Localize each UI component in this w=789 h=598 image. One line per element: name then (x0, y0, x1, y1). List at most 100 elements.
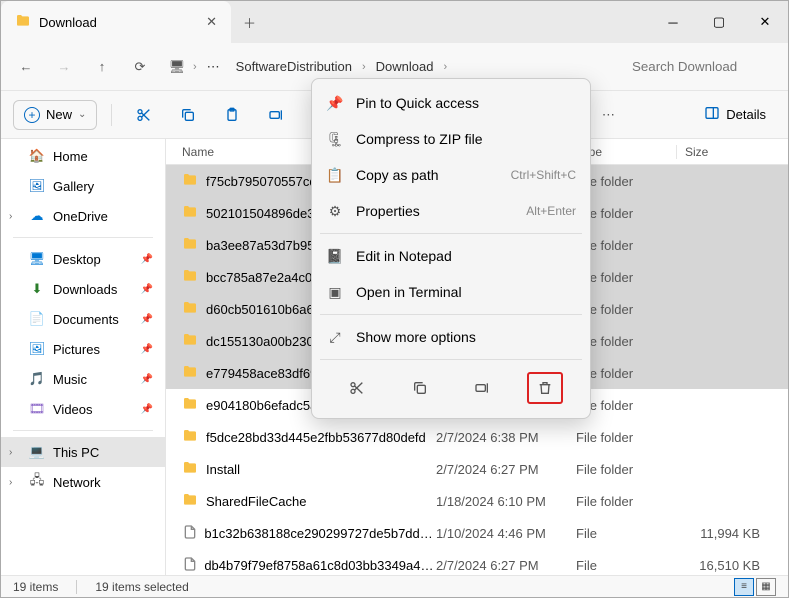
sidebar-item-this-pc[interactable]: ›💻This PC (1, 437, 165, 467)
close-tab-button[interactable]: ✕ (206, 14, 217, 30)
table-row[interactable]: SharedFileCache1/18/2024 6:10 PMFile fol… (166, 485, 788, 517)
folder-icon (182, 364, 198, 383)
file-type: File folder (576, 334, 676, 349)
sidebar-item-network[interactable]: ›🖧Network (1, 467, 165, 497)
breadcrumb-ellipsis[interactable]: ⋯ (201, 55, 226, 79)
search-input[interactable] (622, 53, 782, 80)
notepad-icon: 📓 (326, 247, 344, 265)
ctx-properties[interactable]: ⚙ Properties Alt+Enter (312, 193, 590, 229)
file-type: File folder (576, 206, 676, 221)
file-size: 16,510 KB (676, 558, 780, 573)
file-type: File folder (576, 462, 676, 477)
folder-icon (15, 13, 31, 32)
gallery-icon: 🖼 (29, 178, 45, 194)
properties-icon: ⚙ (326, 202, 344, 220)
status-bar: 19 items 19 items selected ≡ ▦ (1, 575, 788, 597)
breadcrumb-seg-1[interactable]: SoftwareDistribution (230, 55, 358, 78)
details-button[interactable]: Details (694, 99, 776, 130)
file-name: f5dce28bd33d445e2fbb53677d80defd (206, 430, 426, 445)
pin-icon[interactable]: 📌 (141, 314, 153, 325)
sidebar-item-home[interactable]: 🏠Home (1, 141, 165, 171)
monitor-icon[interactable]: 🖥 (165, 50, 189, 84)
chevron-right-icon[interactable]: › (9, 477, 12, 488)
folder-icon (182, 204, 198, 223)
ctx-show-more-options[interactable]: ⤢ Show more options (312, 319, 590, 355)
ctx-action-row (312, 364, 590, 412)
file-name: db4b79f79ef8758a61c8d03bb3349a4cfd9e... (204, 558, 436, 573)
table-row[interactable]: b1c32b638188ce290299727de5b7dde7ebf...1/… (166, 517, 788, 549)
minimize-button[interactable]: ─ (650, 1, 696, 43)
terminal-icon: ▣ (326, 283, 344, 301)
new-tab-button[interactable]: ＋ (231, 13, 268, 32)
pin-icon[interactable]: 📌 (141, 404, 153, 415)
column-header-type[interactable]: Type (576, 145, 676, 159)
chevron-right-icon[interactable]: › (9, 211, 12, 222)
pin-icon[interactable]: 📌 (141, 284, 153, 295)
ctx-open-terminal[interactable]: ▣ Open in Terminal (312, 274, 590, 310)
file-type: File folder (576, 238, 676, 253)
pin-icon[interactable]: 📌 (141, 254, 153, 265)
ctx-compress-zip[interactable]: 🗜 Compress to ZIP file (312, 121, 590, 157)
file-name: b1c32b638188ce290299727de5b7dde7ebf... (204, 526, 436, 541)
ctx-delete-button[interactable] (527, 372, 563, 404)
file-type: File folder (576, 270, 676, 285)
details-view-button[interactable]: ≡ (734, 578, 754, 596)
sidebar-item-videos[interactable]: 🎞Videos📌 (1, 394, 165, 424)
sidebar-item-music[interactable]: 🎵Music📌 (1, 364, 165, 394)
pin-icon[interactable]: 📌 (141, 374, 153, 385)
folder-icon (182, 332, 198, 351)
chevron-down-icon: ⌄ (78, 109, 86, 120)
new-button[interactable]: + New ⌄ (13, 100, 97, 130)
ctx-copy-button[interactable] (402, 372, 438, 404)
ctx-rename-button[interactable] (464, 372, 500, 404)
refresh-button[interactable]: ⟳ (121, 50, 159, 84)
file-type: File folder (576, 398, 676, 413)
back-button[interactable]: ← (7, 50, 45, 84)
rename-button[interactable] (258, 98, 294, 132)
paste-button[interactable] (214, 98, 250, 132)
separator (13, 237, 153, 238)
more-button[interactable]: ⋯ (590, 98, 626, 132)
music-icon: 🎵 (29, 371, 45, 387)
sidebar-item-pictures[interactable]: 🖼Pictures📌 (1, 334, 165, 364)
separator (13, 430, 153, 431)
details-label: Details (726, 107, 766, 122)
maximize-button[interactable]: ▢ (696, 1, 742, 43)
pin-icon: 📌 (326, 94, 344, 112)
pin-icon[interactable]: 📌 (141, 344, 153, 355)
folder-icon (182, 236, 198, 255)
sidebar-item-downloads[interactable]: ⬇Downloads📌 (1, 274, 165, 304)
file-date: 1/10/2024 4:46 PM (436, 526, 576, 541)
ctx-cut-button[interactable] (339, 372, 375, 404)
file-date: 2/7/2024 6:27 PM (436, 558, 576, 573)
separator (320, 233, 582, 234)
column-header-size[interactable]: Size (676, 145, 780, 159)
folder-icon (182, 268, 198, 287)
sidebar-item-onedrive[interactable]: ›☁OneDrive (1, 201, 165, 231)
sidebar-item-gallery[interactable]: 🖼Gallery (1, 171, 165, 201)
table-row[interactable]: db4b79f79ef8758a61c8d03bb3349a4cfd9e...2… (166, 549, 788, 577)
file-type: File folder (576, 174, 676, 189)
documents-icon: 📄 (29, 311, 45, 327)
window-tab[interactable]: Download ✕ (1, 1, 231, 43)
forward-button[interactable]: → (45, 50, 83, 84)
up-button[interactable]: ↑ (83, 50, 121, 84)
plus-icon: + (24, 107, 40, 123)
breadcrumb-seg-2[interactable]: Download (370, 55, 440, 78)
ctx-pin-to-quick-access[interactable]: 📌 Pin to Quick access (312, 85, 590, 121)
sidebar-item-desktop[interactable]: 🖥Desktop📌 (1, 244, 165, 274)
sidebar-item-documents[interactable]: 📄Documents📌 (1, 304, 165, 334)
cut-button[interactable] (126, 98, 162, 132)
table-row[interactable]: Install2/7/2024 6:27 PMFile folder (166, 453, 788, 485)
close-window-button[interactable]: ✕ (742, 1, 788, 43)
file-type: File folder (576, 302, 676, 317)
ctx-edit-notepad[interactable]: 📓 Edit in Notepad (312, 238, 590, 274)
copy-button[interactable] (170, 98, 206, 132)
chevron-right-icon[interactable]: › (9, 447, 12, 458)
separator (111, 104, 112, 126)
icons-view-button[interactable]: ▦ (756, 578, 776, 596)
table-row[interactable]: f5dce28bd33d445e2fbb53677d80defd2/7/2024… (166, 421, 788, 453)
ctx-copy-as-path[interactable]: 📋 Copy as path Ctrl+Shift+C (312, 157, 590, 193)
this-pc-icon: 💻 (29, 444, 45, 460)
file-name: Install (206, 462, 240, 477)
